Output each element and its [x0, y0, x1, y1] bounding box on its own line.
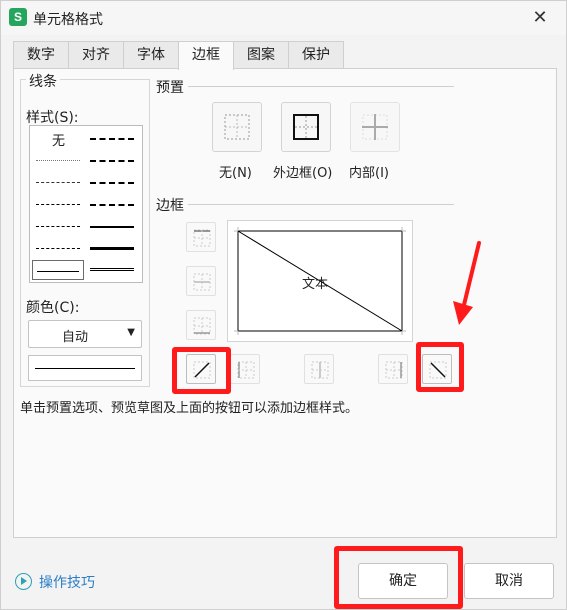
border-none-icon [224, 114, 250, 140]
border-bottom-button[interactable] [186, 310, 216, 340]
presets-group-title: 预置 [156, 77, 184, 97]
lines-group-title: 线条 [26, 71, 60, 91]
tips-link-label: 操作技巧 [39, 575, 95, 591]
preview-text: 文本 [302, 277, 329, 292]
tab-border[interactable]: 边框 [178, 41, 234, 70]
format-cells-dialog: S 单元格格式 ✕ 数字 对齐 字体 边框 图案 保护 线条 样式(S): 无 [0, 0, 567, 610]
border-bottom-icon [193, 317, 211, 335]
tab-number[interactable]: 数字 [13, 41, 69, 69]
hint-text: 单击预置选项、预览草图及上面的按钮可以添加边框样式。 [20, 401, 359, 416]
line-style-slant-dash-dot[interactable] [86, 150, 138, 170]
line-style-medium-dash-dot[interactable] [86, 172, 138, 192]
border-inside-horizontal-button[interactable] [186, 266, 216, 296]
border-diagonal-down-icon [429, 361, 447, 379]
wps-app-icon: S [9, 8, 27, 26]
border-left-icon [237, 361, 255, 379]
border-right-icon [385, 361, 403, 379]
line-color-label: 颜色(C): [26, 297, 80, 317]
border-group-title: 边框 [156, 195, 184, 215]
line-color-value: 自动 [61, 330, 88, 345]
border-outline-icon [293, 114, 319, 140]
border-inside-vertical-button[interactable] [304, 354, 334, 384]
line-style-label: 样式(S): [26, 107, 79, 127]
dialog-title: 单元格格式 [33, 12, 103, 28]
border-diagonal-up-icon [193, 361, 211, 379]
border-diagonal-down-button[interactable] [422, 354, 452, 384]
preset-inside-button[interactable] [350, 102, 400, 152]
border-left-button[interactable] [230, 354, 260, 384]
tab-alignment[interactable]: 对齐 [68, 41, 124, 69]
line-style-medium-dash-dot-dot[interactable] [86, 128, 138, 148]
line-color-dropdown[interactable]: 自动 ▼ [28, 320, 142, 348]
border-preview[interactable]: 文本 [227, 220, 413, 342]
border-diagonal-up-button[interactable] [186, 354, 216, 384]
preset-outline-label: 外边框(O) [273, 166, 333, 181]
line-style-dash-dot[interactable] [32, 216, 84, 236]
preset-none-label: 无(N) [219, 166, 252, 181]
preset-inside-label: 内部(I) [349, 166, 389, 181]
line-style-medium[interactable] [86, 216, 138, 236]
title-bar: S 单元格格式 ✕ [1, 1, 566, 35]
line-style-dashed[interactable] [32, 238, 84, 258]
border-inside-icon [362, 114, 388, 140]
line-style-thin-selected[interactable] [32, 260, 84, 280]
border-divider [188, 204, 454, 205]
line-style-none[interactable]: 无 [32, 128, 84, 149]
line-style-thick[interactable] [86, 238, 138, 258]
line-style-dotted[interactable] [32, 172, 84, 192]
cancel-button[interactable]: 取消 [464, 563, 554, 599]
border-inside-horizontal-icon [193, 273, 211, 291]
border-inside-vertical-icon [311, 361, 329, 379]
presets-divider [188, 86, 454, 87]
border-right-button[interactable] [378, 354, 408, 384]
border-top-button[interactable] [186, 222, 216, 252]
tab-font[interactable]: 字体 [123, 41, 179, 69]
close-icon[interactable]: ✕ [526, 4, 554, 32]
red-arrow-icon [453, 241, 481, 325]
border-top-icon [193, 229, 211, 247]
line-style-medium-dashed[interactable] [86, 194, 138, 214]
line-style-none-label: 无 [52, 134, 66, 149]
preset-none-button[interactable] [212, 102, 262, 152]
tab-pattern[interactable]: 图案 [233, 41, 289, 69]
line-style-dash-dot-dot[interactable] [32, 194, 84, 214]
line-color-swatch [35, 368, 135, 369]
line-color-preview [28, 355, 142, 381]
preset-outline-button[interactable] [281, 102, 331, 152]
line-style-double[interactable] [86, 260, 138, 280]
play-circle-icon [15, 573, 32, 590]
line-style-hair[interactable] [32, 150, 84, 170]
ok-button[interactable]: 确定 [358, 563, 448, 599]
tab-protection[interactable]: 保护 [288, 41, 344, 69]
chevron-down-icon: ▼ [127, 327, 135, 338]
tab-bar: 数字 对齐 字体 边框 图案 保护 [13, 41, 344, 70]
line-style-list: 无 [29, 125, 143, 283]
